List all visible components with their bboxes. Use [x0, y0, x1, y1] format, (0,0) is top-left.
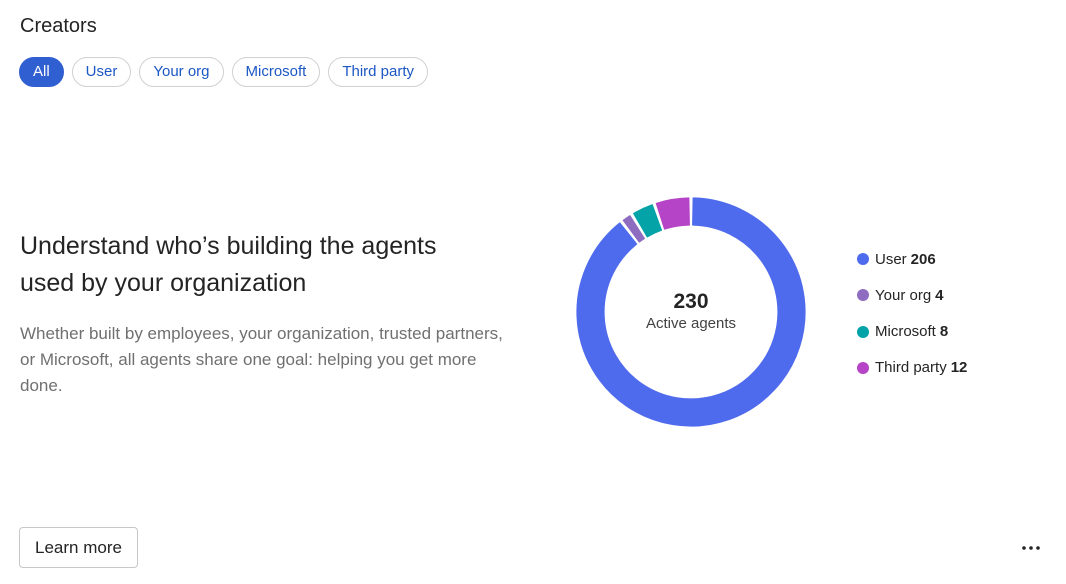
filter-microsoft[interactable]: Microsoft — [231, 57, 321, 87]
legend-dot-user — [857, 253, 869, 265]
creator-filter-group: All User Your org Microsoft Third party — [19, 57, 429, 87]
legend-dot-third-party — [857, 361, 869, 374]
creators-donut-chart: 230 Active agents — [576, 197, 806, 427]
chart-center: 230 Active agents — [576, 197, 806, 427]
chart-total-label: Active agents — [645, 315, 737, 332]
more-options-button[interactable] — [1014, 534, 1048, 562]
intro-description: Whether built by employees, your organiz… — [20, 324, 503, 395]
learn-more-button[interactable]: Learn more — [19, 527, 138, 568]
legend-dot-microsoft — [857, 325, 869, 338]
section-title: Creators — [20, 15, 97, 37]
legend-item-your-org: Your org 4 — [857, 283, 967, 307]
legend-label-your-org: Your org — [875, 286, 932, 304]
legend-value-microsoft: 8 — [939, 323, 949, 341]
chart-total-value: 230 — [673, 290, 709, 313]
legend-value-third-party: 12 — [950, 359, 968, 377]
legend-item-third-party: Third party 12 — [857, 356, 967, 380]
legend-dot-your-org — [857, 289, 869, 302]
filter-your-org[interactable]: Your org — [139, 57, 224, 87]
intro-headline: Understand who’s building the agents use… — [20, 232, 437, 297]
legend-label-third-party: Third party — [875, 359, 947, 377]
chart-legend: User 206 Your org 4 Microsoft 8 Third pa… — [857, 247, 967, 392]
legend-value-your-org: 4 — [935, 286, 944, 304]
legend-item-microsoft: Microsoft 8 — [857, 320, 967, 344]
legend-label-microsoft: Microsoft — [875, 323, 936, 341]
more-horizontal-icon — [1022, 546, 1040, 550]
filter-user[interactable]: User — [71, 57, 132, 87]
legend-label-user: User — [875, 250, 907, 268]
filter-third-party[interactable]: Third party — [328, 57, 429, 87]
legend-item-user: User 206 — [857, 247, 967, 271]
legend-value-user: 206 — [910, 250, 936, 268]
filter-all[interactable]: All — [19, 57, 64, 87]
